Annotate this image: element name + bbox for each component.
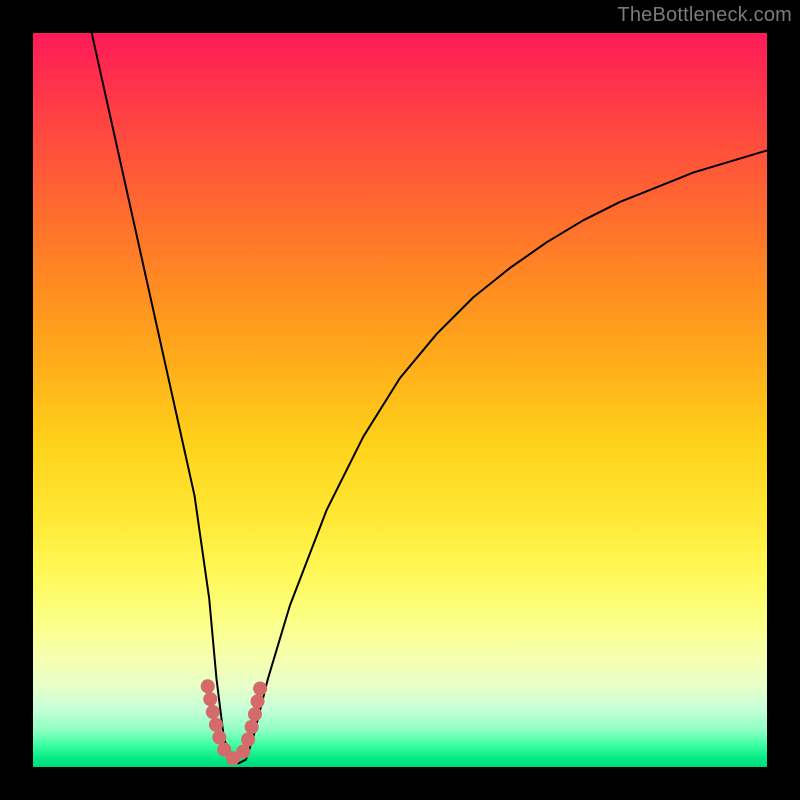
watermark-text: TheBottleneck.com (617, 4, 792, 27)
bottleneck-curve (92, 33, 767, 763)
highlight-band (208, 686, 261, 758)
chart-frame: TheBottleneck.com (0, 0, 800, 800)
plot-area (33, 33, 767, 767)
curve-layer (33, 33, 767, 767)
